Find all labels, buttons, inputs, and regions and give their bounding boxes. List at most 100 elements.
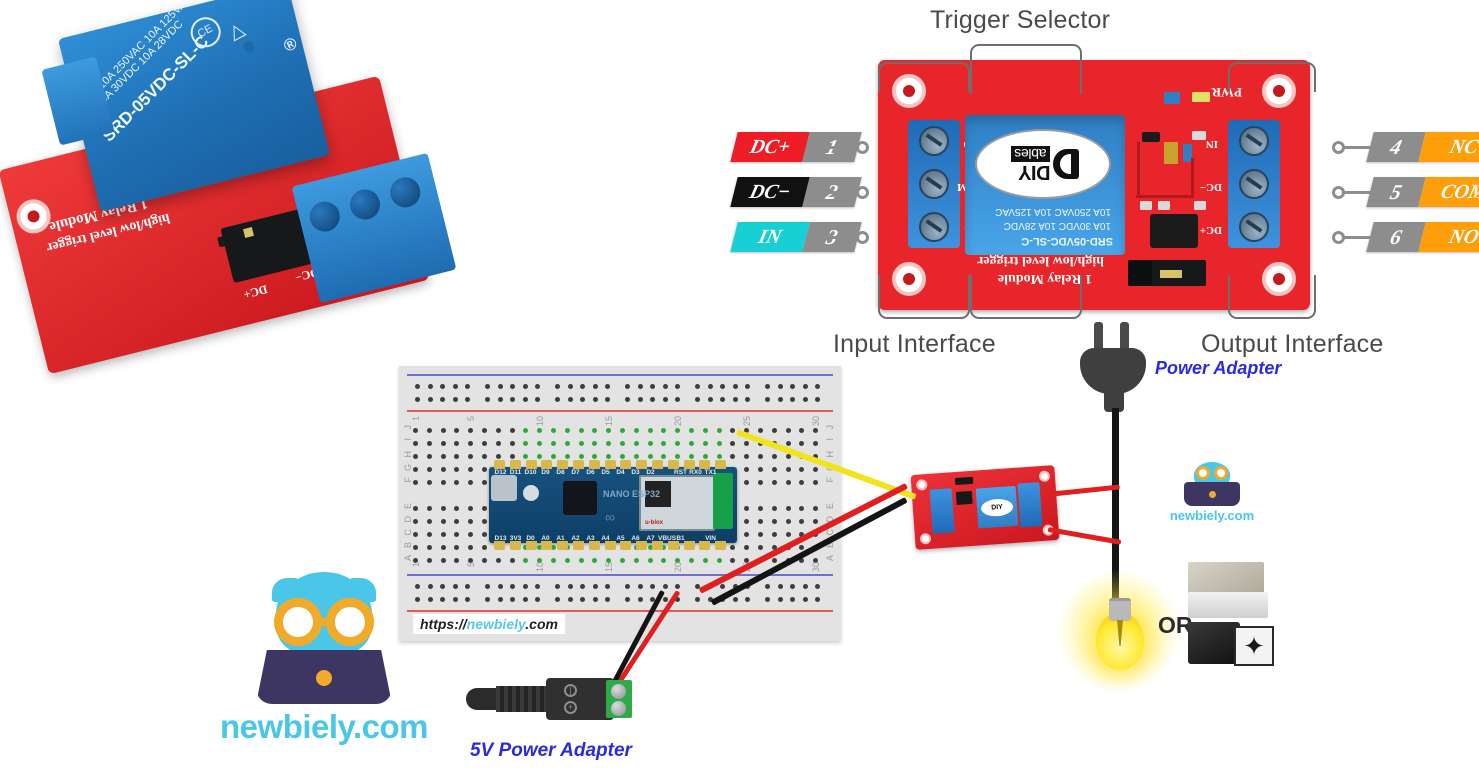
breadboard-hole[interactable]	[440, 467, 446, 472]
breadboard-hole[interactable]	[551, 441, 556, 446]
breadboard-hole[interactable]	[689, 441, 694, 446]
breadboard-rail-hole[interactable]	[637, 384, 643, 389]
breadboard-rail-hole[interactable]	[765, 584, 770, 589]
breadboard-rail-hole[interactable]	[707, 397, 713, 402]
breadboard-hole[interactable]	[744, 441, 750, 446]
breadboard-rail-hole[interactable]	[765, 397, 770, 402]
breadboard-rail-hole[interactable]	[510, 397, 515, 402]
breadboard-hole[interactable]	[578, 558, 584, 563]
breadboard-hole[interactable]	[785, 532, 791, 537]
breadboard-hole[interactable]	[633, 558, 639, 563]
breadboard-hole[interactable]	[482, 532, 487, 537]
breadboard-hole[interactable]	[482, 454, 487, 459]
breadboard-hole[interactable]	[578, 454, 584, 459]
arduino-pin-label[interactable]: D9	[538, 469, 553, 476]
breadboard-rail-hole[interactable]	[720, 397, 725, 402]
breadboard-hole[interactable]	[606, 428, 612, 433]
breadboard-hole[interactable]	[564, 428, 570, 433]
breadboard-hole[interactable]	[551, 454, 556, 459]
breadboard-hole[interactable]	[454, 506, 460, 511]
breadboard-hole[interactable]	[495, 454, 501, 459]
arduino-header-pad[interactable]	[636, 541, 648, 550]
breadboard-rail-hole[interactable]	[535, 397, 540, 402]
breadboard-rail-hole[interactable]	[695, 597, 700, 602]
breadboard-hole[interactable]	[468, 506, 474, 511]
breadboard-hole[interactable]	[675, 441, 681, 446]
breadboard-hole[interactable]	[454, 467, 460, 472]
breadboard-rail-hole[interactable]	[580, 584, 585, 589]
breadboard-rail-hole[interactable]	[802, 597, 808, 602]
arduino-header-pad[interactable]	[509, 541, 521, 550]
breadboard-hole[interactable]	[468, 467, 474, 472]
arduino-pin-label[interactable]: TX1	[703, 469, 718, 476]
arduino-header-pad[interactable]	[541, 460, 553, 469]
breadboard-hole[interactable]	[813, 441, 819, 446]
breadboard-hole[interactable]	[647, 428, 653, 433]
breadboard-rail-hole[interactable]	[452, 384, 458, 389]
arduino-pin-label[interactable]: D11	[508, 469, 523, 476]
breadboard-hole[interactable]	[758, 467, 763, 472]
breadboard-rail-hole[interactable]	[440, 597, 445, 602]
breadboard-rail-hole[interactable]	[662, 597, 668, 602]
breadboard-rail-hole[interactable]	[815, 597, 820, 602]
breadboard-hole[interactable]	[509, 441, 515, 446]
breadboard-hole[interactable]	[771, 519, 777, 524]
breadboard-hole[interactable]	[454, 428, 460, 433]
breadboard-rail-hole[interactable]	[415, 384, 420, 389]
breadboard-hole[interactable]	[730, 428, 736, 433]
breadboard-rail-hole[interactable]	[592, 397, 598, 402]
breadboard-hole[interactable]	[468, 519, 474, 524]
breadboard-hole[interactable]	[716, 441, 722, 446]
arduino-pin-label[interactable]: RST	[673, 469, 688, 476]
breadboard-hole[interactable]	[647, 454, 653, 459]
breadboard-hole[interactable]	[426, 545, 432, 550]
breadboard-hole[interactable]	[799, 428, 805, 433]
breadboard-hole[interactable]	[702, 558, 708, 563]
breadboard-hole[interactable]	[523, 441, 529, 446]
breadboard-rail-hole[interactable]	[605, 397, 610, 402]
breadboard-hole[interactable]	[771, 467, 777, 472]
pin-tag-6[interactable]: 6 NO	[1366, 222, 1479, 252]
arduino-pin-label[interactable]: D8	[553, 469, 568, 476]
arduino-header-pad[interactable]	[604, 460, 616, 469]
breadboard-rail-hole[interactable]	[675, 384, 680, 389]
breadboard-hole[interactable]	[716, 428, 722, 433]
breadboard-hole[interactable]	[440, 428, 446, 433]
breadboard-rail-hole[interactable]	[580, 597, 585, 602]
breadboard-rail-hole[interactable]	[802, 397, 808, 402]
breadboard-rail-hole[interactable]	[580, 397, 585, 402]
breadboard-hole[interactable]	[785, 506, 791, 511]
breadboard-hole[interactable]	[813, 467, 819, 472]
breadboard-hole[interactable]	[413, 467, 418, 472]
breadboard-hole[interactable]	[413, 532, 418, 537]
breadboard-hole[interactable]	[564, 454, 570, 459]
arduino-pin-label[interactable]: D2	[643, 469, 658, 476]
breadboard-hole[interactable]	[592, 558, 598, 563]
breadboard-rail-hole[interactable]	[555, 584, 560, 589]
breadboard-rail-hole[interactable]	[592, 384, 598, 389]
breadboard-rail-hole[interactable]	[777, 397, 783, 402]
breadboard-hole[interactable]	[454, 519, 460, 524]
breadboard-rail-hole[interactable]	[802, 384, 808, 389]
breadboard-hole[interactable]	[661, 428, 667, 433]
breadboard-rail-hole[interactable]	[720, 584, 725, 589]
breadboard-rail-hole[interactable]	[777, 584, 783, 589]
breadboard-rail-hole[interactable]	[415, 397, 420, 402]
arduino-header-pad[interactable]	[652, 541, 663, 550]
breadboard-rail-hole[interactable]	[625, 584, 630, 589]
breadboard-hole[interactable]	[413, 454, 418, 459]
breadboard-hole[interactable]	[468, 532, 474, 537]
breadboard-rail-hole[interactable]	[465, 384, 470, 389]
arduino-header-pad[interactable]	[715, 541, 727, 550]
breadboard-rail-hole[interactable]	[567, 397, 573, 402]
breadboard-hole[interactable]	[799, 506, 805, 511]
pin-tag-5[interactable]: 5 COM	[1366, 177, 1479, 207]
breadboard-rail-hole[interactable]	[535, 584, 540, 589]
arduino-header-pad[interactable]	[683, 460, 695, 469]
breadboard-rail-hole[interactable]	[567, 597, 573, 602]
arduino-header-pad[interactable]	[573, 541, 584, 550]
breadboard-rail-hole[interactable]	[637, 397, 643, 402]
breadboard-hole[interactable]	[454, 441, 460, 446]
breadboard-hole[interactable]	[440, 506, 446, 511]
arduino-header-pad[interactable]	[557, 541, 569, 550]
